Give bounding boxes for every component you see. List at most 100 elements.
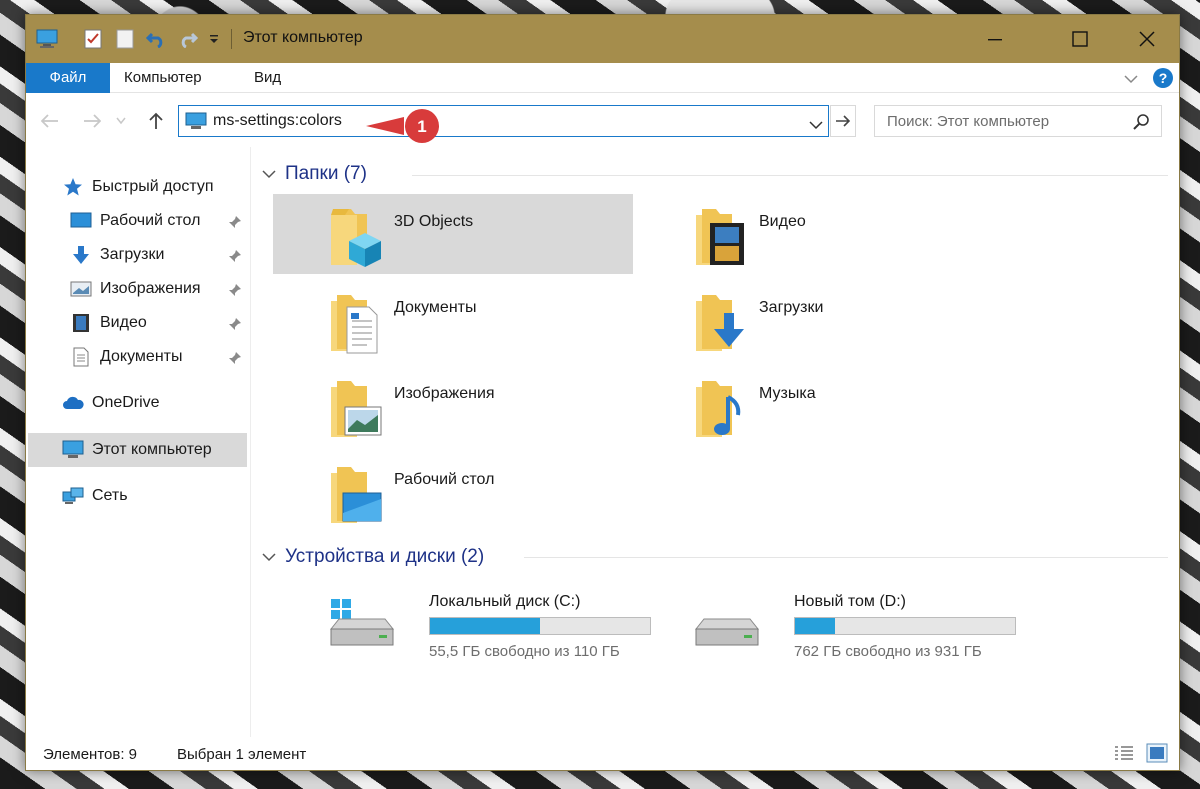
large-icons-view-icon[interactable]	[1146, 743, 1168, 767]
drive-name: Новый том (D:)	[794, 593, 906, 610]
documents-icon	[70, 346, 92, 368]
drive-name: Локальный диск (C:)	[429, 593, 581, 610]
title-bar: Этот компьютер	[26, 15, 1179, 63]
tab-view[interactable]: Вид	[240, 63, 295, 93]
help-icon[interactable]: ?	[1152, 67, 1174, 93]
sidebar-item-this-pc[interactable]: Этот компьютер	[62, 434, 212, 466]
properties-icon[interactable]	[82, 27, 104, 51]
tab-file[interactable]: Файл	[26, 63, 110, 93]
sidebar-item-pictures[interactable]: Изображения	[70, 273, 250, 305]
downloads-folder-icon	[692, 291, 748, 359]
collapse-chevron-icon	[262, 170, 276, 179]
sidebar-item-downloads[interactable]: Загрузки	[70, 239, 250, 271]
redo-icon[interactable]	[176, 27, 200, 51]
pictures-folder-icon	[327, 377, 383, 445]
drive-icon	[692, 593, 762, 661]
sidebar-item-video[interactable]: Видео	[70, 307, 250, 339]
music-folder-icon	[692, 377, 748, 445]
tile-label: Видео	[759, 213, 806, 230]
status-bar: Элементов: 9 Выбран 1 элемент	[26, 737, 1179, 772]
details-view-icon[interactable]	[1114, 745, 1134, 765]
back-arrow-icon[interactable]	[36, 107, 64, 135]
collapse-chevron-icon	[262, 553, 276, 562]
minimize-button[interactable]	[966, 15, 1023, 63]
folder-tile-documents[interactable]: Документы	[327, 291, 627, 361]
group-divider	[412, 175, 1168, 176]
sidebar-item-onedrive[interactable]: OneDrive	[62, 387, 160, 419]
forward-arrow-icon[interactable]	[78, 107, 106, 135]
computer-icon[interactable]	[34, 27, 60, 51]
computer-icon	[62, 439, 84, 461]
address-bar[interactable]: ms-settings:colors	[178, 105, 829, 137]
system-drive-icon	[327, 593, 397, 661]
toolbar-divider	[231, 29, 232, 49]
tile-label: Изображения	[394, 385, 495, 402]
go-button[interactable]	[830, 105, 856, 137]
sidebar-item-label: Рабочий стол	[100, 212, 201, 229]
navigation-bar: ms-settings:colors Поиск: Этот компьютер…	[26, 93, 1179, 147]
item-count: Элементов: 9	[43, 746, 138, 763]
folder-tile-desktop[interactable]: Рабочий стол	[327, 463, 627, 533]
drives-group-header[interactable]: Устройства и диски (2)	[262, 546, 484, 568]
drive-usage-bar	[429, 617, 651, 635]
pin-icon[interactable]	[228, 249, 242, 268]
video-folder-icon	[692, 205, 748, 273]
pictures-icon	[70, 278, 92, 300]
pin-icon[interactable]	[228, 351, 242, 370]
close-button[interactable]	[1118, 15, 1175, 63]
new-folder-icon[interactable]	[114, 27, 136, 51]
desktop-folder-icon	[327, 463, 383, 531]
content-area: Папки (7) 3D Objects Видео Документы Заг…	[252, 147, 1181, 737]
pin-icon[interactable]	[228, 317, 242, 336]
sidebar-item-label: Загрузки	[100, 246, 165, 263]
folder-tile-downloads[interactable]: Загрузки	[692, 291, 992, 361]
sidebar-item-documents[interactable]: Документы	[70, 341, 250, 373]
drive-free-space: 762 ГБ свободно из 931 ГБ	[794, 643, 982, 660]
sidebar-item-desktop[interactable]: Рабочий стол	[70, 205, 250, 237]
sidebar-item-label: Быстрый доступ	[92, 178, 214, 195]
tile-label: Музыка	[759, 385, 816, 402]
download-icon	[70, 244, 92, 266]
recent-locations-chevron-icon[interactable]	[114, 107, 128, 135]
tile-label: Документы	[394, 299, 477, 316]
undo-icon[interactable]	[144, 27, 168, 51]
sidebar-item-label: Документы	[100, 348, 183, 365]
folder-tile-music[interactable]: Музыка	[692, 377, 992, 447]
folder-tile-3d-objects[interactable]: 3D Objects	[327, 205, 627, 275]
tile-label: Рабочий стол	[394, 471, 495, 488]
drive-usage-fill	[795, 618, 835, 634]
3d-objects-icon	[327, 205, 383, 273]
maximize-button[interactable]	[1051, 15, 1108, 63]
folder-tile-video[interactable]: Видео	[692, 205, 992, 275]
search-icon[interactable]	[1133, 114, 1149, 134]
star-icon	[62, 176, 84, 198]
pin-icon[interactable]	[228, 283, 242, 302]
tile-label: Загрузки	[759, 299, 824, 316]
pin-icon[interactable]	[228, 215, 242, 234]
drive-tile-d[interactable]: Новый том (D:) 762 ГБ свободно из 931 ГБ	[692, 593, 1022, 663]
sidebar-item-label: OneDrive	[92, 394, 160, 411]
navigation-pane: Быстрый доступ Рабочий стол Загрузки Изо…	[26, 147, 251, 737]
annotation-callout: 1	[366, 109, 442, 143]
cloud-icon	[62, 392, 84, 414]
folder-tile-pictures[interactable]: Изображения	[327, 377, 627, 447]
folders-group-header[interactable]: Папки (7)	[262, 163, 367, 185]
drive-usage-fill	[430, 618, 540, 634]
search-placeholder: Поиск: Этот компьютер	[887, 113, 1050, 130]
group-title: Устройства и диски (2)	[285, 546, 485, 567]
ribbon: Файл Компьютер Вид ?	[26, 63, 1179, 93]
address-dropdown-chevron-icon[interactable]	[809, 117, 823, 134]
expand-ribbon-chevron-icon[interactable]	[1124, 71, 1138, 88]
sidebar-item-label: Видео	[100, 314, 147, 331]
sidebar-item-network[interactable]: Сеть	[62, 480, 128, 512]
computer-icon	[185, 112, 207, 134]
drive-tile-c[interactable]: Локальный диск (C:) 55,5 ГБ свободно из …	[327, 593, 657, 663]
tab-computer[interactable]: Компьютер	[110, 63, 216, 93]
customize-toolbar-chevron-icon[interactable]	[206, 27, 222, 51]
up-arrow-icon[interactable]	[142, 107, 170, 135]
sidebar-item-quick-access[interactable]: Быстрый доступ	[62, 171, 214, 203]
documents-folder-icon	[327, 291, 383, 359]
address-input[interactable]: ms-settings:colors	[213, 112, 342, 130]
search-box[interactable]: Поиск: Этот компьютер	[874, 105, 1162, 137]
svg-text:?: ?	[1159, 70, 1168, 86]
